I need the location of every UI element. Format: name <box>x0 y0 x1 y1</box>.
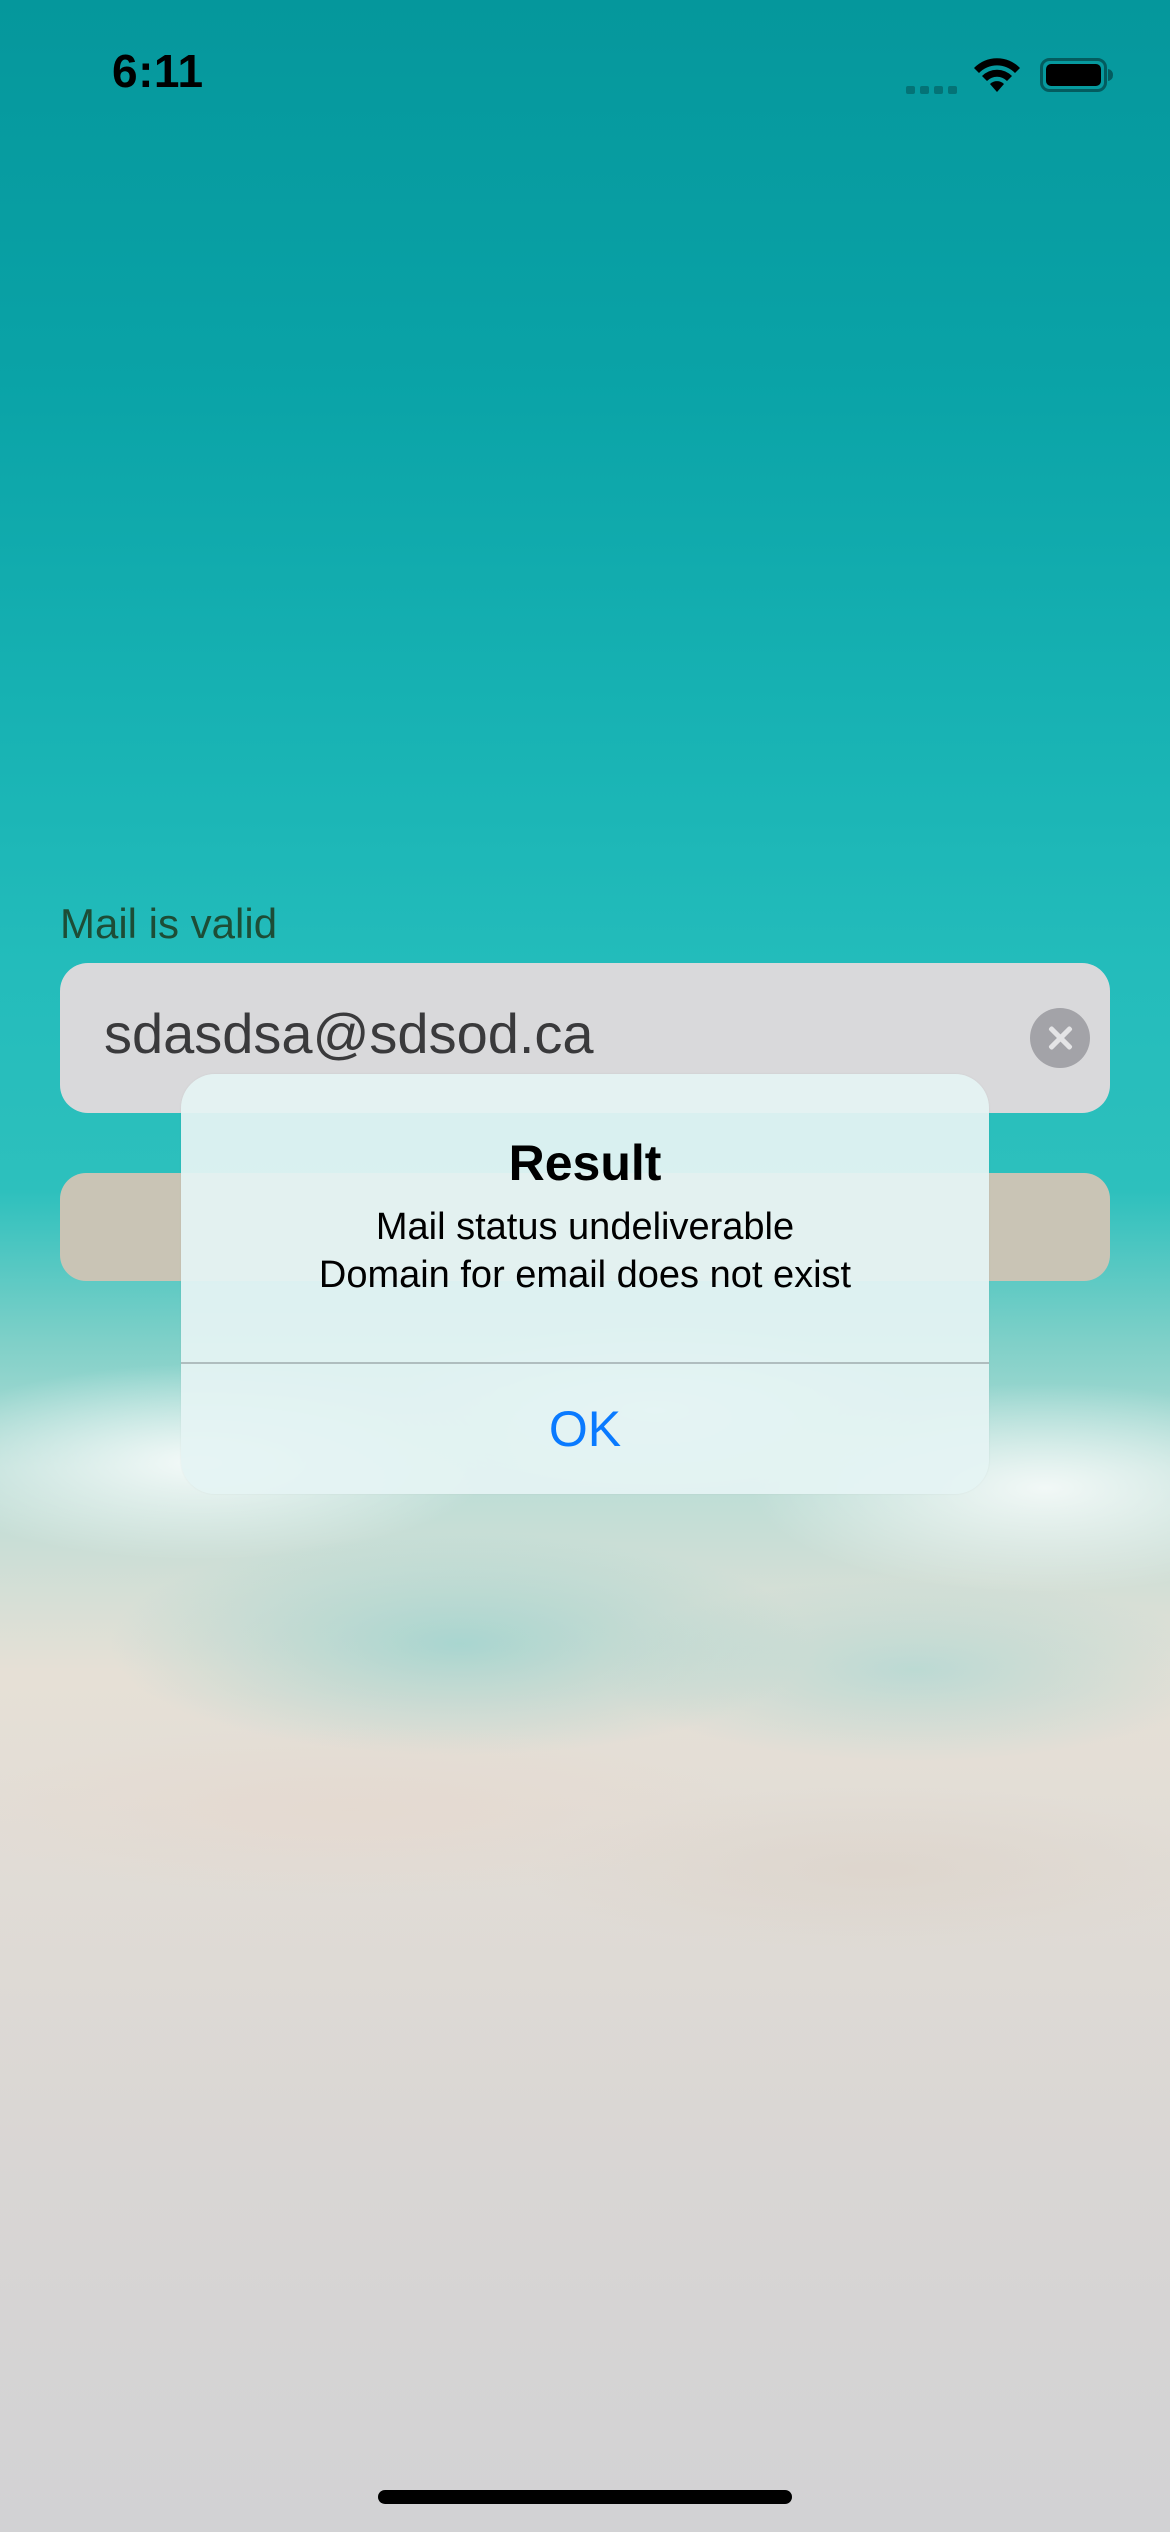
app-screen: 6:11 Mail is valid sdasdsa@sdsod.ca Resu… <box>0 0 1170 2532</box>
wifi-icon <box>974 58 1020 92</box>
battery-icon <box>1040 58 1113 92</box>
home-indicator[interactable] <box>378 2490 792 2504</box>
ok-button[interactable]: OK <box>181 1364 989 1494</box>
clear-icon[interactable] <box>1030 1008 1090 1068</box>
alert-message-detail: Domain for email does not exist <box>318 1254 852 1296</box>
alert-title: Result <box>508 1135 662 1191</box>
signal-icon <box>906 80 960 94</box>
status-time: 6:11 <box>112 45 204 97</box>
validation-label: Mail is valid <box>60 900 278 947</box>
result-alert: Result Mail status undeliverable Domain … <box>181 1074 989 1494</box>
email-input-value[interactable]: sdasdsa@sdsod.ca <box>104 1001 594 1066</box>
background-sand <box>0 1720 1170 2020</box>
alert-message-status: Mail status undeliverable <box>375 1206 795 1248</box>
